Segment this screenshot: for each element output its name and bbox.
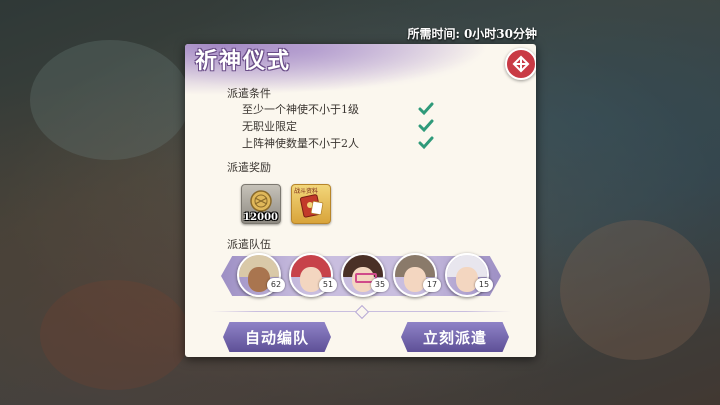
dispatch-dialog: 祈神仪式 派遣条件 至少一个神使不小于1级 无职业限定 上阵神使数量不小于2人 … xyxy=(185,44,536,357)
rewards-title: 派遣奖励 xyxy=(227,161,271,174)
close-button[interactable] xyxy=(505,48,536,80)
dispatch-now-button[interactable]: 立刻派遣 xyxy=(401,322,509,352)
dialog-title: 祈神仪式 xyxy=(195,48,292,74)
team-title: 派遣队伍 xyxy=(227,238,271,251)
condition-text: 至少一个神使不小于1级 xyxy=(242,103,359,116)
conditions-title: 派遣条件 xyxy=(227,87,271,100)
envelope-card-icon xyxy=(299,194,324,218)
condition-text: 无职业限定 xyxy=(242,120,297,133)
reward-item-coin[interactable]: 12000 xyxy=(241,184,281,224)
required-time-label: 所需时间: xyxy=(407,27,460,41)
team-member-level: 35 xyxy=(371,278,389,292)
reward-item-card[interactable]: 战斗资料 xyxy=(291,184,331,224)
reward-quantity: 12000 xyxy=(243,212,278,223)
check-icon xyxy=(418,136,434,150)
required-time: 所需时间: 0小时30分钟 xyxy=(404,25,538,42)
required-time-value: 0小时30分钟 xyxy=(463,27,537,41)
check-icon xyxy=(418,119,434,133)
check-icon xyxy=(418,102,434,116)
team-member-level: 62 xyxy=(267,278,285,292)
team-member-level: 51 xyxy=(319,278,337,292)
close-icon xyxy=(512,55,530,73)
team-member-level: 15 xyxy=(475,278,493,292)
auto-formation-button[interactable]: 自动编队 xyxy=(223,322,331,352)
divider-gem-icon xyxy=(354,304,370,320)
condition-text: 上阵神使数量不小于2人 xyxy=(242,137,359,150)
team-member-level: 17 xyxy=(423,278,441,292)
